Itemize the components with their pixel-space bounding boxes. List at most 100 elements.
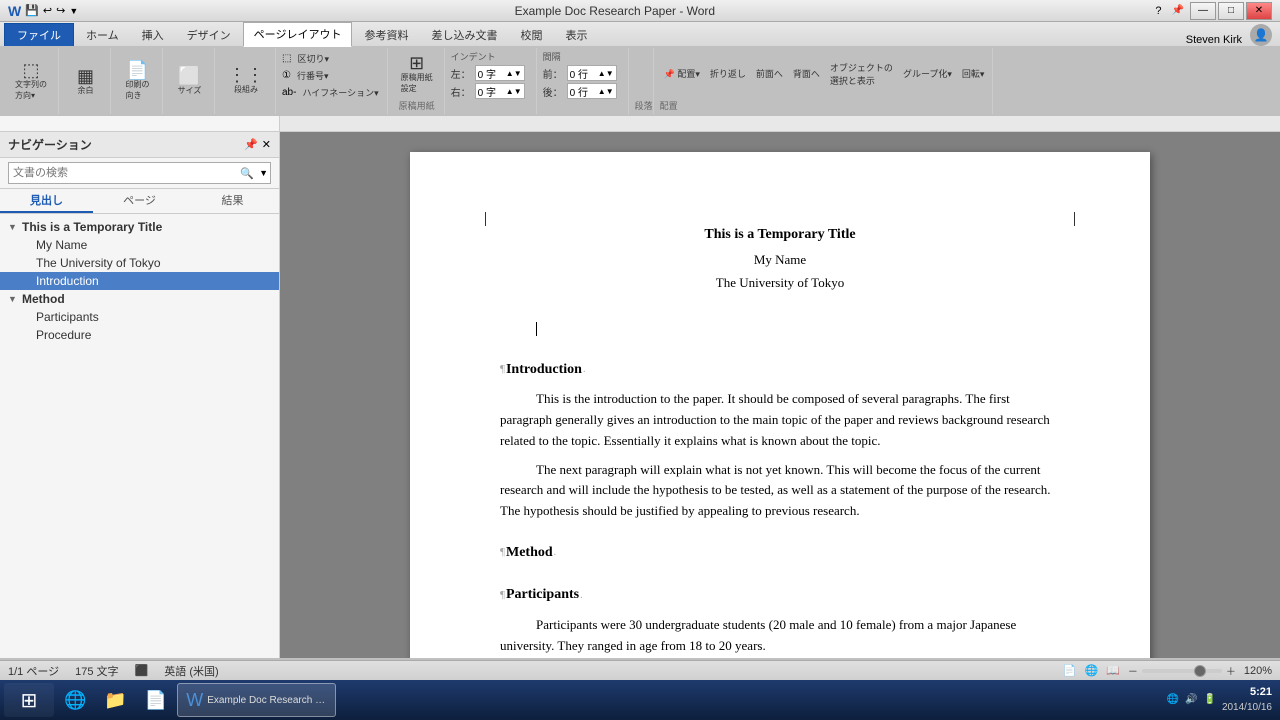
document-icon: 📄 (145, 690, 167, 711)
group-paragraph-label: 段落 (631, 48, 654, 114)
group-size: ⬜ サイズ (165, 48, 215, 114)
cursor-blink (536, 322, 537, 336)
nav-close-icon[interactable]: ✕ (262, 138, 271, 151)
nav-tab-pages[interactable]: ページ (93, 189, 186, 213)
nav-item-introduction[interactable]: Introduction (0, 272, 279, 290)
nav-tab-results[interactable]: 結果 (186, 189, 279, 213)
group-genko: ⊞ 原稿用紙設定 原稿用紙 (390, 48, 445, 114)
tab-file[interactable]: ファイル (4, 23, 74, 46)
nav-pin-icon[interactable]: 📌 (244, 138, 258, 151)
zoom-in-button[interactable]: ＋ (1226, 663, 1236, 678)
nav-tab-headings[interactable]: 見出し (0, 189, 93, 213)
explorer-icon: 📁 (104, 690, 126, 711)
nav-label-myname: My Name (36, 238, 87, 252)
network-icon[interactable]: 🌐 (1167, 694, 1179, 705)
ribbon-tabs: ファイル ホーム 挿入 デザイン ページレイアウト 参考資料 差し込み文書 校閲… (0, 22, 1280, 46)
align-objects-button[interactable]: オブジェクトの選択と表示 (826, 59, 897, 89)
indent-left-input[interactable]: 0 字 ▲▼ (475, 65, 525, 81)
help-icon[interactable]: ? (1151, 5, 1165, 17)
titlebar: W 💾 ↩ ↪ ▼ Example Doc Research Paper - W… (0, 0, 1280, 22)
tab-review[interactable]: 校閲 (509, 23, 553, 46)
nav-search-button[interactable]: 🔍 (237, 163, 257, 183)
quick-access-menu[interactable]: ▼ (69, 6, 78, 16)
nav-item-procedure[interactable]: Procedure (0, 326, 279, 344)
battery-icon[interactable]: 🔋 (1203, 694, 1215, 705)
document-area[interactable]: This is a Temporary Title My Name The Un… (280, 132, 1280, 658)
text-direction-button[interactable]: ⬚ 文字列の方向▾ (10, 58, 52, 104)
wrap-text-button[interactable]: 折り返し (706, 65, 750, 82)
send-backward-button[interactable]: 背面へ (789, 65, 824, 82)
indent-right-input[interactable]: 0 字 ▲▼ (475, 83, 525, 99)
method-pilcrow: ¶ (500, 544, 505, 562)
view-web-icon[interactable]: 🌐 (1084, 664, 1098, 677)
view-print-icon[interactable]: 📄 (1063, 664, 1077, 677)
tab-references[interactable]: 参考資料 (353, 23, 419, 46)
text-direction-icon: ⬚ (22, 61, 39, 79)
breaks-button[interactable]: 区切り▾ (293, 50, 333, 67)
taskbar-explorer[interactable]: 📁 (96, 683, 134, 717)
minimize-button[interactable]: — (1190, 2, 1216, 20)
zoom-out-button[interactable]: － (1128, 663, 1138, 678)
start-button[interactable]: ⊞ (4, 683, 54, 717)
nav-search-input[interactable] (9, 165, 237, 181)
nav-search-box: 🔍 ▼ (8, 162, 271, 184)
taskbar-right: 🌐 🔊 🔋 5:21 2014/10/16 (1167, 685, 1276, 714)
position-button[interactable]: 📌 配置▾ (660, 65, 704, 82)
zoom-thumb[interactable] (1194, 665, 1206, 677)
quick-access-redo[interactable]: ↪ (56, 4, 65, 17)
nav-tree: ▼ This is a Temporary Title My Name The … (0, 214, 279, 658)
section-introduction: ¶ Introduction . (500, 359, 1060, 381)
ribbon-content: ⬚ 文字列の方向▾ ▦ 余白 📄 印刷の向き ⬜ サイズ (0, 46, 1280, 116)
orientation-button[interactable]: 📄 印刷の向き (121, 58, 155, 104)
hyphenation-button[interactable]: ハイフネーション▾ (298, 84, 382, 101)
genko-button[interactable]: ⊞ 原稿用紙設定 (396, 51, 438, 97)
spacing-after-input[interactable]: 0 行 ▲▼ (567, 83, 617, 99)
participants-period-mark: . (580, 588, 583, 604)
tab-mailings[interactable]: 差し込み文書 (420, 23, 508, 46)
statusbar-right: 📄 🌐 📖 － ＋ 120% (1063, 663, 1272, 678)
columns-button[interactable]: ⋮⋮ 段組み (223, 63, 269, 98)
tab-page-layout[interactable]: ページレイアウト (243, 22, 353, 47)
tab-design[interactable]: デザイン (176, 23, 242, 46)
nav-item-title[interactable]: ▼ This is a Temporary Title (0, 218, 279, 236)
line-numbers-button[interactable]: 行番号▾ (293, 67, 333, 84)
sound-icon[interactable]: 🔊 (1185, 694, 1197, 705)
maximize-button[interactable]: □ (1218, 2, 1244, 20)
close-button[interactable]: ✕ (1246, 2, 1272, 20)
nav-label-introduction: Introduction (36, 274, 99, 288)
nav-item-participants[interactable]: Participants (0, 308, 279, 326)
tab-insert[interactable]: 挿入 (131, 23, 175, 46)
taskbar-document[interactable]: 📄 (137, 683, 175, 717)
view-read-icon[interactable]: 📖 (1106, 664, 1120, 677)
taskbar-ie[interactable]: 🌐 (56, 683, 94, 717)
zoom-track[interactable] (1142, 669, 1222, 673)
rotate-button[interactable]: 回転▾ (958, 65, 989, 82)
ruler (0, 116, 1280, 132)
nav-item-university[interactable]: The University of Tokyo (0, 254, 279, 272)
nav-label-method: Method (22, 292, 65, 306)
tab-home[interactable]: ホーム (75, 23, 130, 46)
group-button[interactable]: グループ化▾ (899, 65, 956, 82)
bring-forward-button[interactable]: 前面へ (752, 65, 787, 82)
document-page[interactable]: This is a Temporary Title My Name The Un… (410, 152, 1150, 658)
tab-view[interactable]: 表示 (554, 23, 598, 46)
taskbar-word[interactable]: W Example Doc Research Paper - Word (177, 683, 336, 717)
nav-search-area: 🔍 ▼ (0, 158, 279, 189)
windows-logo-icon: ⊞ (21, 688, 38, 713)
size-icon: ⬜ (178, 67, 200, 85)
word-taskbar-label: Example Doc Research Paper - Word (207, 695, 327, 706)
nav-item-method[interactable]: ▼ Method (0, 290, 279, 308)
quick-access-undo[interactable]: ↩ (43, 4, 52, 17)
page-cursor-top (485, 212, 486, 226)
spacing-before-input[interactable]: 0 行 ▲▼ (567, 65, 617, 81)
language: 英語 (米国) (164, 663, 218, 679)
margins-button[interactable]: ▦ 余白 (72, 64, 100, 99)
cursor-area (500, 318, 1060, 339)
doc-affiliation: The University of Tokyo (500, 273, 1060, 294)
ribbon-toggle-icon[interactable]: 📌 (1168, 5, 1188, 16)
zoom-slider[interactable]: － ＋ (1128, 663, 1236, 678)
quick-access-save[interactable]: 💾 (25, 4, 39, 17)
nav-item-myname[interactable]: My Name (0, 236, 279, 254)
size-button[interactable]: ⬜ サイズ (173, 64, 207, 99)
nav-search-dropdown[interactable]: ▼ (257, 168, 270, 178)
